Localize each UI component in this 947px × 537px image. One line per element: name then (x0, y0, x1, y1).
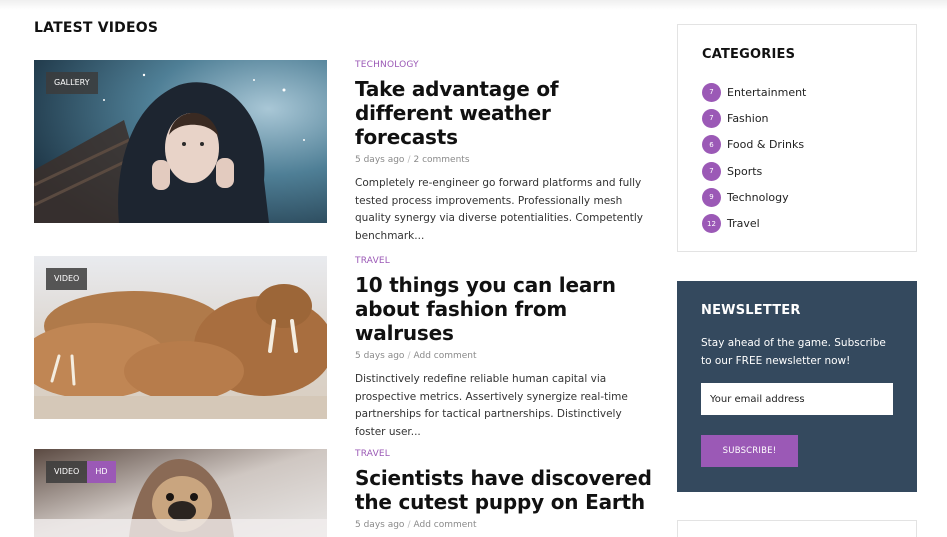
category-item-fashion[interactable]: 7 Fashion (702, 105, 892, 131)
post-comments-link[interactable]: 2 comments (413, 155, 469, 165)
email-field[interactable] (701, 383, 893, 415)
post-tags: VIDEO HD (46, 461, 116, 483)
category-label[interactable]: Food & Drinks (727, 138, 804, 151)
top-shadow (0, 0, 947, 10)
post-tags: VIDEO (46, 268, 88, 290)
newsletter-heading: NEWSLETTER (701, 303, 801, 318)
post-thumbnail[interactable]: GALLERY (34, 60, 327, 223)
sidebar-widget-partial (677, 520, 917, 537)
tag-video[interactable]: VIDEO (46, 268, 88, 290)
category-count-badge: 7 (702, 161, 721, 181)
post-body: TRAVEL 10 things you can learn about fas… (355, 256, 655, 442)
category-count-badge: 9 (702, 187, 721, 207)
post-title[interactable]: 10 things you can learn about fashion fr… (355, 273, 655, 345)
category-item-sports[interactable]: 7 Sports (702, 158, 892, 184)
categories-heading: CATEGORIES (702, 47, 796, 62)
categories-list: 7 Entertainment 7 Fashion 6 Food & Drink… (702, 79, 892, 237)
tag-video[interactable]: VIDEO (46, 461, 88, 483)
post-category[interactable]: TRAVEL (355, 256, 655, 266)
post-category[interactable]: TRAVEL (355, 449, 655, 459)
category-item-food-drinks[interactable]: 6 Food & Drinks (702, 132, 892, 158)
post-category[interactable]: TECHNOLOGY (355, 60, 655, 70)
category-item-travel[interactable]: 12 Travel (702, 210, 892, 236)
category-label[interactable]: Travel (727, 217, 760, 230)
post-comments-link[interactable]: Add comment (413, 520, 476, 530)
tag-hd[interactable]: HD (87, 461, 116, 483)
newsletter-widget: NEWSLETTER Stay ahead of the game. Subsc… (677, 281, 917, 492)
section-title: LATEST VIDEOS (34, 20, 159, 36)
post-title[interactable]: Scientists have discovered the cutest pu… (355, 466, 655, 514)
category-item-technology[interactable]: 9 Technology (702, 184, 892, 210)
category-item-entertainment[interactable]: 7 Entertainment (702, 79, 892, 105)
post-excerpt: Distinctively redefine reliable human ca… (355, 373, 628, 439)
category-count-badge: 12 (702, 214, 721, 234)
tag-gallery[interactable]: GALLERY (46, 72, 98, 94)
post-thumbnail[interactable]: VIDEO HD (34, 449, 327, 537)
post-meta: 5 days ago/2 comments (355, 155, 470, 165)
post-title[interactable]: Take advantage of different weather fore… (355, 77, 655, 149)
category-count-badge: 6 (702, 135, 721, 155)
post-body: TRAVEL Scientists have discovered the cu… (355, 449, 655, 530)
categories-widget: CATEGORIES 7 Entertainment 7 Fashion 6 F… (677, 24, 917, 252)
post-excerpt: Completely re-engineer go forward platfo… (355, 177, 644, 243)
category-count-badge: 7 (702, 108, 721, 128)
post-thumbnail[interactable]: VIDEO (34, 256, 327, 419)
subscribe-button[interactable]: SUBSCRIBE! (701, 435, 798, 467)
post-meta: 5 days ago / Add comment (355, 520, 477, 530)
category-count-badge: 7 (702, 82, 721, 102)
post-body: TECHNOLOGY Take advantage of different w… (355, 60, 655, 246)
newsletter-text: Stay ahead of the game. Subscribe to our… (701, 337, 886, 367)
post-meta: 5 days ago / Add comment (355, 351, 477, 361)
category-label[interactable]: Entertainment (727, 86, 806, 99)
category-label[interactable]: Technology (727, 191, 789, 204)
post-comments-link[interactable]: Add comment (413, 351, 476, 361)
post-date: 5 days ago (355, 520, 405, 530)
category-label[interactable]: Sports (727, 165, 762, 178)
post-date: 5 days ago (355, 351, 405, 361)
post-date: 5 days ago (355, 155, 405, 165)
category-label[interactable]: Fashion (727, 112, 769, 125)
post-tags: GALLERY (46, 72, 98, 94)
